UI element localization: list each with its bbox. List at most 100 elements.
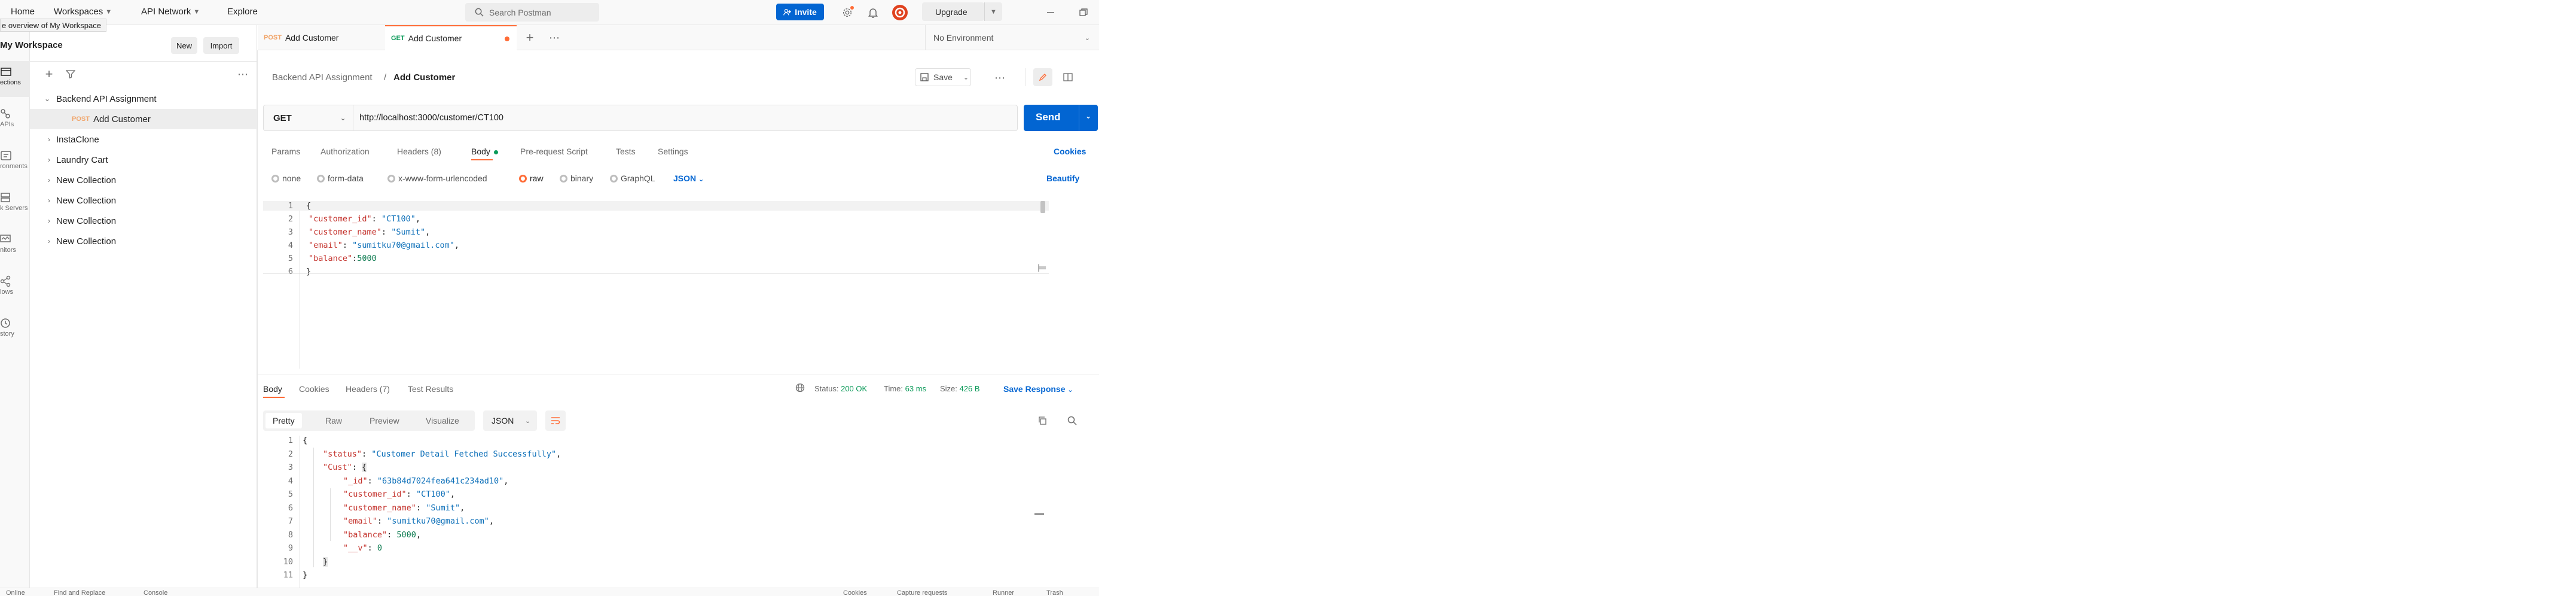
breadcrumb-current[interactable]: Add Customer [393, 72, 455, 83]
line-number: 9 [288, 543, 293, 553]
tree-item-collection[interactable]: › New Collection [30, 211, 257, 231]
response-format-label: JSON [492, 416, 514, 425]
search-response-button[interactable] [1064, 413, 1080, 428]
tab-tests[interactable]: Tests [616, 147, 636, 156]
tree-item-collection[interactable]: ⌄ Backend API Assignment [30, 89, 257, 109]
left-rail: ections APIs ronments k Servers nitors l… [0, 25, 30, 588]
rail-item-apis[interactable]: APIs [0, 103, 30, 139]
tab-response-headers[interactable]: Headers (7) [346, 384, 390, 394]
tab-response-body[interactable]: Body [263, 384, 282, 394]
save-response-button[interactable]: Save Response ⌄ [1003, 384, 1073, 394]
more-icon: ⋯ [994, 71, 1005, 84]
minimize-button[interactable] [1043, 5, 1058, 20]
search-input[interactable]: Search Postman [465, 3, 599, 22]
radio-form-data[interactable]: form-data [317, 174, 364, 183]
rail-item-mock-servers[interactable]: k Servers [0, 187, 30, 223]
tab-body[interactable]: Body [471, 147, 490, 156]
send-button[interactable]: Send ⌄ [1024, 105, 1098, 131]
capture-requests-button[interactable]: Capture requests [897, 589, 947, 596]
find-replace-button[interactable]: Find and Replace [54, 589, 105, 596]
rail-label: ronments [0, 163, 28, 170]
filter-button[interactable] [63, 67, 78, 81]
rail-item-monitors[interactable]: nitors [0, 229, 30, 264]
view-mode-visualize[interactable]: Visualize [426, 413, 459, 428]
rail-item-history[interactable]: story [0, 312, 30, 348]
tab-request[interactable]: POST Add Customer [258, 25, 384, 50]
body-format-select[interactable]: JSON ⌄ [673, 174, 704, 183]
online-status[interactable]: Online [6, 589, 25, 596]
add-collection-button[interactable]: + [42, 66, 56, 81]
globe-button[interactable] [795, 383, 806, 394]
tab-settings[interactable]: Settings [658, 147, 688, 156]
copy-button[interactable] [1034, 413, 1050, 428]
restore-button[interactable] [1076, 5, 1091, 20]
tab-params[interactable]: Params [271, 147, 300, 156]
upgrade-menu-button[interactable]: ▼ [984, 2, 1002, 21]
save-button[interactable]: Save ⌄ [915, 68, 971, 86]
nav-home[interactable]: Home [11, 7, 35, 17]
radio-graphql[interactable]: GraphQL [610, 174, 655, 183]
tree-item-collection[interactable]: › Laundry Cart [30, 150, 257, 170]
radio-raw[interactable]: raw [519, 174, 544, 183]
docs-button[interactable] [1058, 68, 1078, 86]
url-input[interactable]: http://localhost:3000/customer/CT100 [359, 105, 1011, 130]
resize-handle-icon[interactable]: ⊨ [1037, 262, 1047, 275]
view-mode-preview[interactable]: Preview [370, 413, 399, 428]
tree-item-collection[interactable]: › InstaClone [30, 129, 257, 150]
workspace-name[interactable]: My Workspace [0, 40, 63, 50]
statusbar-cookies-button[interactable]: Cookies [843, 589, 867, 596]
invite-button[interactable]: Invite [776, 4, 824, 20]
request-more-button[interactable]: ⋯ [993, 71, 1007, 85]
tab-authorization[interactable]: Authorization [321, 147, 370, 156]
tree-item-collection[interactable]: › New Collection [30, 231, 257, 251]
tab-headers[interactable]: Headers (8) [397, 147, 441, 156]
chevron-right-icon: › [48, 237, 50, 245]
view-mode-pretty[interactable]: Pretty [265, 413, 302, 428]
trash-button[interactable]: Trash [1046, 589, 1063, 596]
tab-pre-request-script[interactable]: Pre-request Script [520, 147, 588, 156]
response-format-select[interactable]: JSON ⌄ [483, 410, 537, 431]
scrollbar-thumb[interactable] [1040, 201, 1045, 213]
beautify-link[interactable]: Beautify [1046, 174, 1079, 183]
view-mode-raw[interactable]: Raw [325, 413, 342, 428]
request-body-editor[interactable]: 1 2 3 4 5 6 { "customer_id": "CT100", "c… [263, 201, 1094, 369]
environment-select[interactable]: No Environment ⌄ [933, 25, 1095, 50]
rail-item-flows[interactable]: lows [0, 270, 30, 306]
avatar[interactable] [891, 4, 909, 22]
response-body-viewer[interactable]: 1 2 3 4 5 6 7 8 9 10 11 { "status": "Cus… [263, 436, 1094, 588]
size-value[interactable]: 426 B [960, 384, 980, 393]
radio-urlencoded[interactable]: x-www-form-urlencoded [387, 174, 487, 183]
rail-item-environments[interactable]: ronments [0, 145, 30, 181]
chevron-down-icon: ⌄ [963, 74, 969, 81]
runner-button[interactable]: Runner [993, 589, 1014, 596]
tab-response-cookies[interactable]: Cookies [299, 384, 329, 394]
upgrade-button[interactable]: Upgrade [922, 2, 984, 21]
status-badge[interactable]: 200 OK [841, 384, 867, 393]
radio-binary[interactable]: binary [560, 174, 593, 183]
radio-none[interactable]: none [271, 174, 301, 183]
wrap-lines-button[interactable] [545, 410, 566, 431]
edit-button[interactable] [1033, 68, 1052, 86]
sidebar-more-button[interactable]: ⋯ [236, 67, 250, 81]
cookies-link[interactable]: Cookies [1054, 147, 1086, 156]
tabs-more-button[interactable]: ⋯ [547, 31, 561, 45]
tab-test-results[interactable]: Test Results [408, 384, 453, 394]
new-button[interactable]: New [171, 37, 197, 54]
nav-api-network[interactable]: API Network ▼ [141, 7, 200, 17]
tree-item-collection[interactable]: › New Collection [30, 190, 257, 211]
nav-explore[interactable]: Explore [227, 7, 258, 17]
settings-button[interactable] [840, 5, 854, 20]
tree-item-collection[interactable]: › New Collection [30, 170, 257, 190]
breadcrumb-parent[interactable]: Backend API Assignment [272, 72, 373, 83]
new-tab-button[interactable]: + [523, 30, 537, 45]
import-button[interactable]: Import [203, 37, 239, 54]
method-select[interactable]: GET ⌄ [264, 105, 353, 130]
console-button[interactable]: Console [144, 589, 167, 596]
notifications-button[interactable] [866, 5, 880, 20]
tab-request-active[interactable]: GET Add Customer [385, 25, 517, 50]
nav-workspaces[interactable]: Workspaces ▼ [54, 7, 112, 17]
chevron-down-icon[interactable]: ⌄ [1085, 112, 1091, 120]
rail-item-collections[interactable]: ections [0, 61, 30, 97]
time-value[interactable]: 63 ms [905, 384, 926, 393]
tree-item-request[interactable]: POST Add Customer [30, 109, 257, 129]
